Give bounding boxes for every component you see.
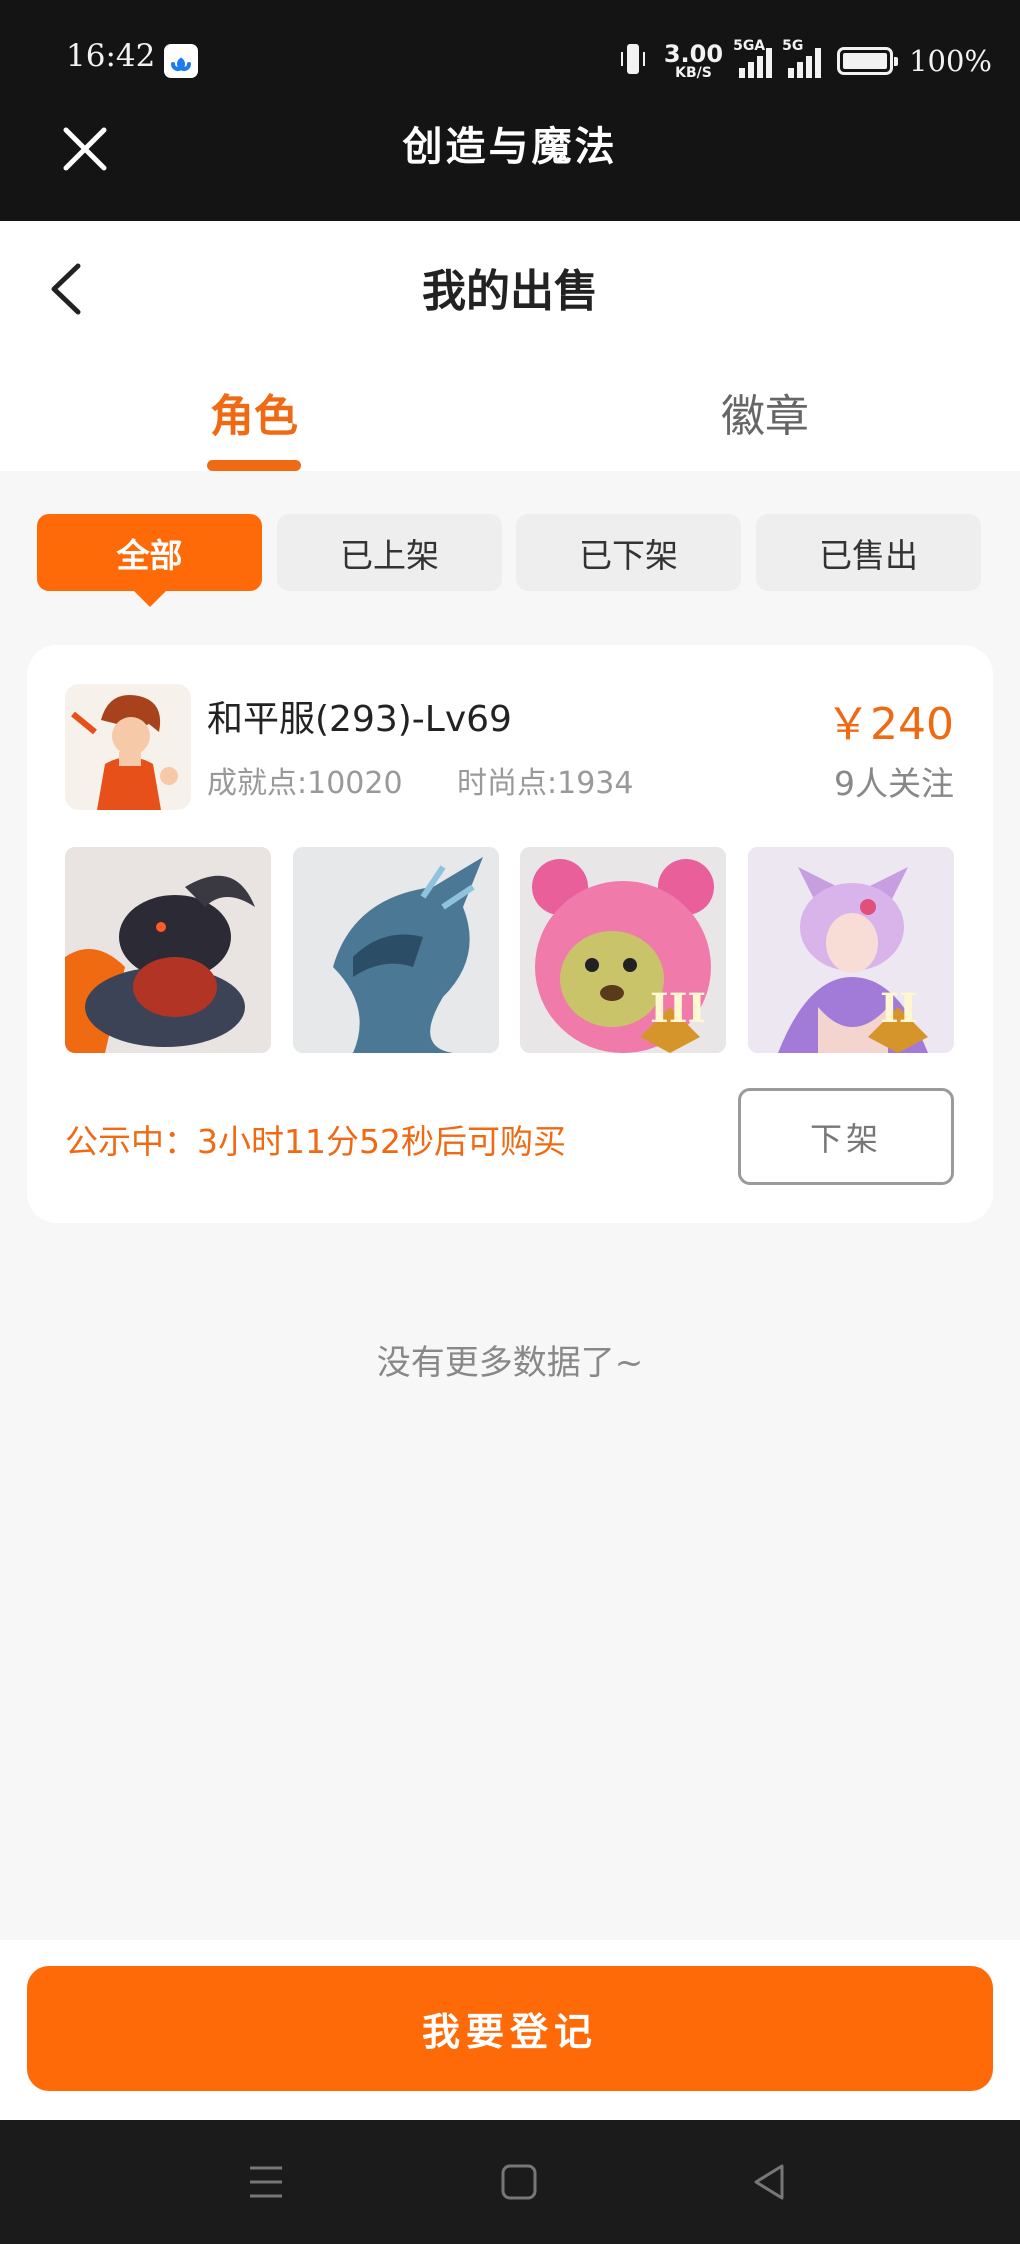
signal-icon: 5GA [733, 38, 773, 78]
listing-title: 和平服(293)-Lv69 [207, 699, 512, 740]
network-speed: 3.00 KB/S [664, 42, 723, 80]
sim1-tag: 5GA [733, 38, 766, 54]
filter-delisted-chip[interactable]: 已下架 [516, 514, 741, 591]
achievement-points: 成就点:10020 [207, 766, 403, 801]
filter-all-chip[interactable]: 全部 [37, 514, 262, 607]
sim2-tag: 5G [782, 38, 804, 54]
listing-price: ￥240 [826, 699, 954, 750]
item-grade: III [650, 985, 707, 1032]
status-time: 16:42 [66, 38, 156, 74]
network-speed-unit: KB/S [675, 65, 712, 81]
status-icons: 3.00 KB/S 5GA 5G 100% [618, 36, 992, 86]
battery-icon [837, 47, 899, 75]
app-badge-icon [164, 44, 198, 78]
fashion-points: 时尚点:1934 [457, 766, 634, 801]
followers-count: 9人关注 [834, 764, 954, 803]
tab-badge[interactable]: 徽章 [615, 380, 915, 444]
filter-sold-chip[interactable]: 已售出 [756, 514, 981, 591]
delist-button[interactable]: 下架 [738, 1088, 954, 1185]
publicity-notice: 公示中：3小时11分52秒后可购买 [65, 1122, 566, 1161]
page-title: 我的出售 [422, 266, 598, 317]
register-button[interactable]: 我要登记 [27, 1966, 993, 2091]
app-title: 创造与魔法 [402, 123, 618, 170]
tab-role[interactable]: 角色 [104, 380, 404, 444]
home-icon[interactable] [497, 2160, 541, 2204]
ice-dragon-mount-icon[interactable] [293, 847, 499, 1053]
vibrate-icon [618, 40, 648, 82]
item-grade: II [880, 985, 918, 1032]
black-beast-mount-icon[interactable] [65, 847, 271, 1053]
back-icon[interactable] [748, 2160, 792, 2204]
fox-fairy-pet-icon[interactable] [748, 847, 954, 1053]
network-speed-value: 3.00 [663, 40, 724, 68]
character-avatar [65, 684, 191, 810]
tab-indicator [207, 460, 301, 471]
battery-percent: 100% [909, 44, 992, 78]
empty-hint: 没有更多数据了~ [376, 1343, 644, 1383]
signal-icon: 5G [782, 38, 822, 78]
filter-listed-chip[interactable]: 已上架 [277, 514, 502, 591]
menu-icon[interactable] [244, 2160, 288, 2204]
